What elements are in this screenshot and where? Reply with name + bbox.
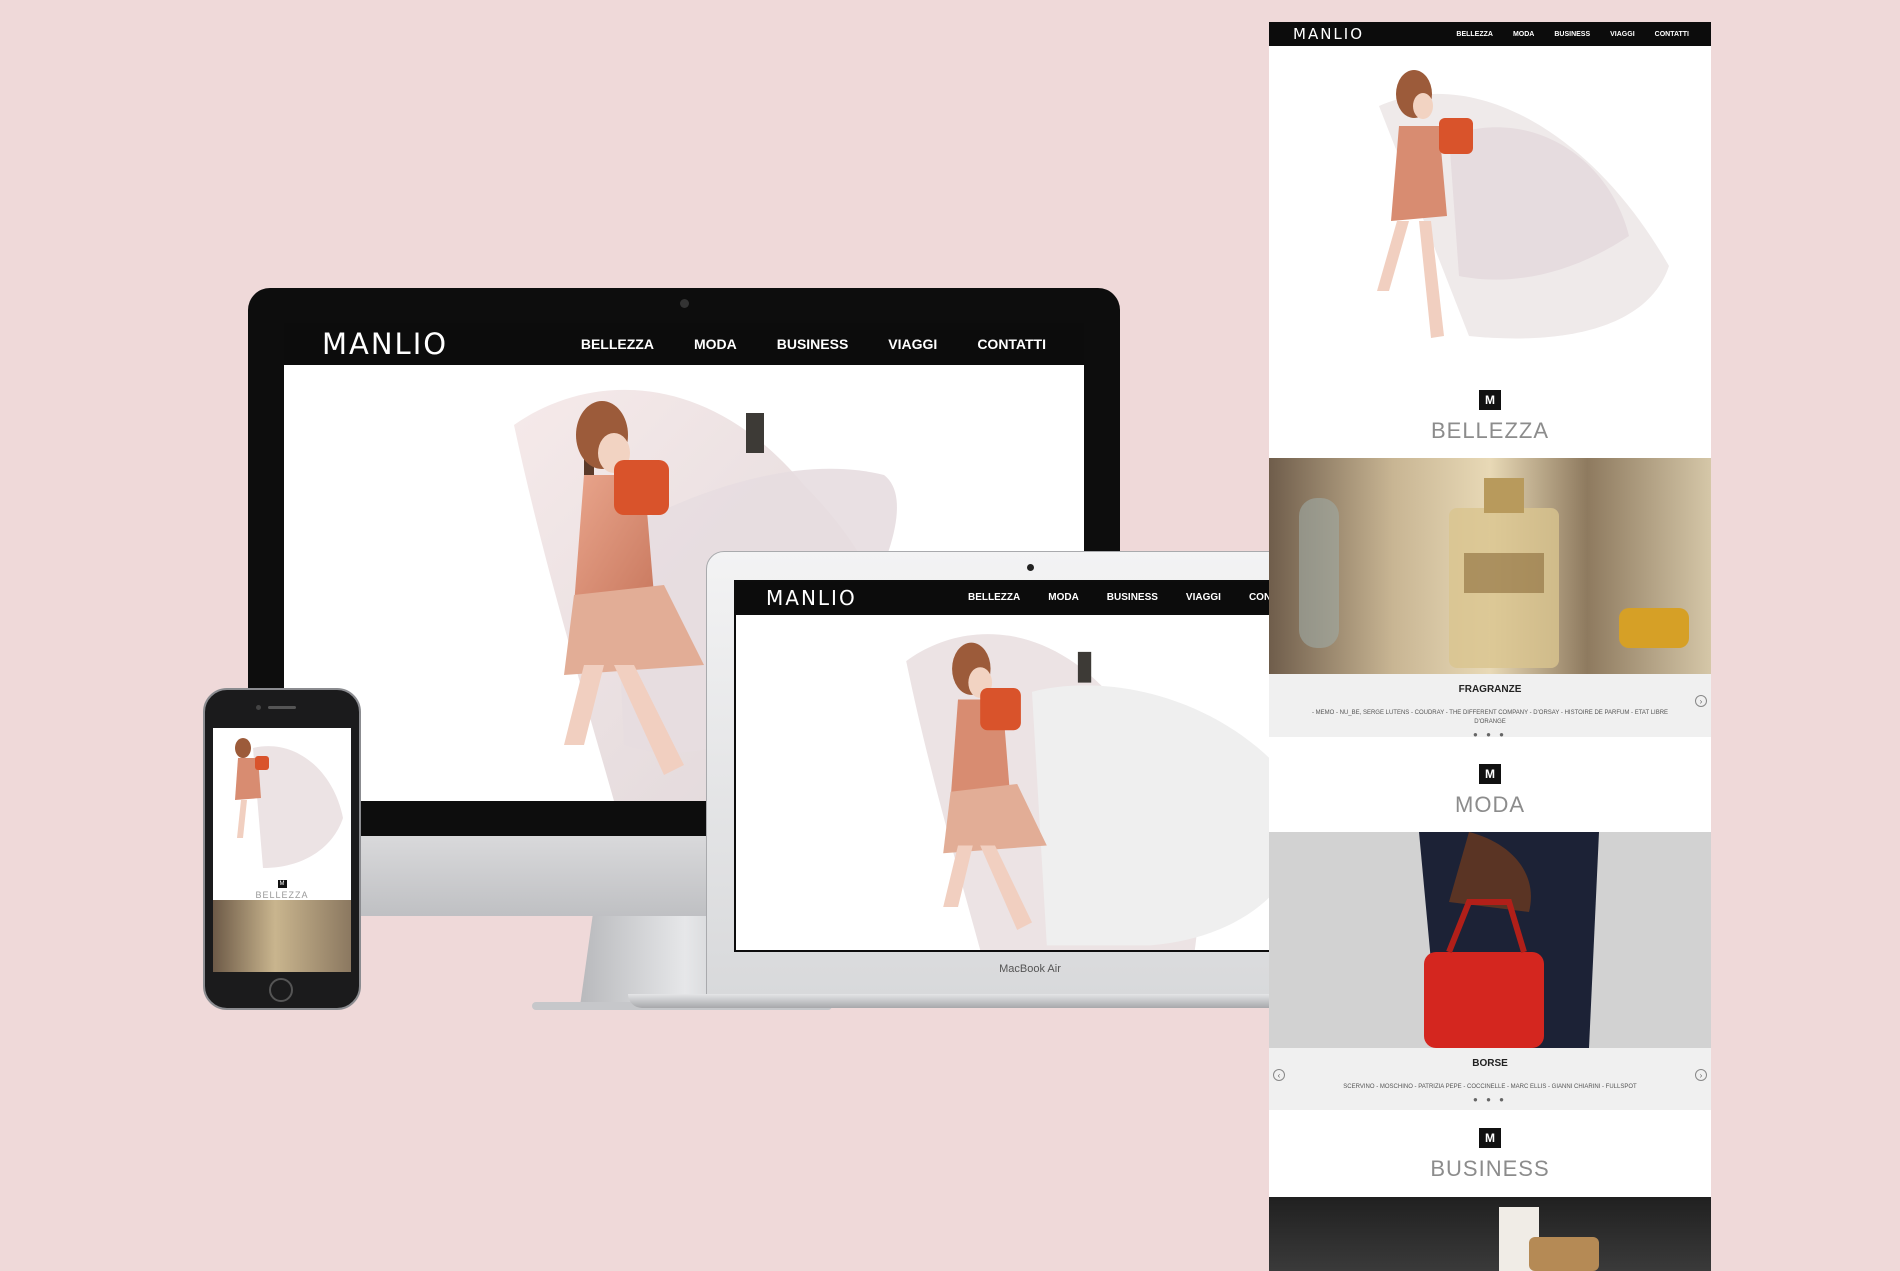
carousel-dots[interactable]: ● ● ●: [1269, 730, 1711, 739]
phone-section-head: M BELLEZZA: [213, 872, 351, 900]
macbook-camera: [1027, 564, 1034, 571]
phone-hero-artwork: [235, 738, 343, 868]
macbook-hero-image: [736, 615, 1328, 950]
imac-nav-bellezza[interactable]: BELLEZZA: [581, 336, 654, 352]
imac-nav-contatti[interactable]: CONTATTI: [977, 336, 1046, 352]
section-moda-head: M MODA: [1269, 764, 1711, 818]
mobile-longpage: MANLIO BELLEZZA MODA BUSINESS VIAGGI CON…: [1269, 22, 1711, 1271]
imac-nav-moda[interactable]: MODA: [694, 336, 737, 352]
phone-screen: M BELLEZZA: [213, 728, 351, 972]
section-title-business[interactable]: BUSINESS: [1269, 1156, 1711, 1182]
macbook-navbar: MANLIO BELLEZZA MODA BUSINESS VIAGGI CON…: [736, 582, 1328, 613]
phone-fragrance-photo: [213, 900, 351, 972]
m-badge-icon: M: [1479, 390, 1501, 410]
carousel-next-icon[interactable]: ›: [1695, 695, 1707, 707]
phone-home-button[interactable]: [269, 978, 293, 1002]
caption-brands-borse: SCERVINO - MOSCHINO - PATRIZIA PEPE - CO…: [1343, 1084, 1637, 1090]
hero-artwork: [906, 634, 1314, 950]
handbag-caption: BORSE SCERVINO - MOSCHINO - PATRIZIA PEP…: [1269, 1048, 1711, 1110]
fragrance-caption: FRAGRANZE - MEMO - NU_BE, SERGE LUTENS -…: [1269, 674, 1711, 739]
m-badge-icon: M: [1479, 1128, 1501, 1148]
macbook-nav-bellezza[interactable]: BELLEZZA: [968, 592, 1020, 603]
mobile-nav-bellezza[interactable]: BELLEZZA: [1456, 31, 1493, 38]
mobile-nav-contatti[interactable]: CONTATTI: [1655, 31, 1689, 38]
hero-artwork: [1377, 70, 1669, 339]
imac-camera: [680, 299, 689, 308]
imac-navbar: MANLIO BELLEZZA MODA BUSINESS VIAGGI CON…: [284, 323, 1084, 365]
mobile-logo[interactable]: MANLIO: [1293, 25, 1364, 43]
imac-menu: BELLEZZA MODA BUSINESS VIAGGI CONTATTI: [581, 336, 1046, 352]
caption-brands-fragranze: - MEMO - NU_BE, SERGE LUTENS - COUDRAY -…: [1311, 710, 1669, 725]
carousel-prev-icon[interactable]: ‹: [1273, 1069, 1285, 1081]
mobile-nav-viaggi[interactable]: VIAGGI: [1610, 31, 1635, 38]
phone-camera: [256, 705, 261, 710]
macbook-logo[interactable]: MANLIO: [766, 586, 857, 610]
macbook-nav-business[interactable]: BUSINESS: [1107, 592, 1158, 603]
phone-section-title: BELLEZZA: [255, 890, 309, 900]
business-artwork: [1499, 1207, 1599, 1271]
section-business-head: M BUSINESS: [1269, 1128, 1711, 1182]
phone-speaker: [268, 706, 296, 709]
carousel-next-icon[interactable]: ›: [1695, 1069, 1707, 1081]
carousel-dots[interactable]: ● ● ●: [1269, 1095, 1711, 1104]
handbag-artwork: [1419, 832, 1599, 1048]
handbag-photo[interactable]: [1269, 832, 1711, 1048]
mobile-menu: BELLEZZA MODA BUSINESS VIAGGI CONTATTI: [1456, 31, 1689, 38]
imac-nav-viaggi[interactable]: VIAGGI: [888, 336, 937, 352]
section-title-bellezza[interactable]: BELLEZZA: [1269, 418, 1711, 444]
macbook-nav-viaggi[interactable]: VIAGGI: [1186, 592, 1221, 603]
section-bellezza-head: M BELLEZZA: [1269, 390, 1711, 444]
caption-title-borse[interactable]: BORSE: [1269, 1058, 1711, 1069]
macbook-menu: BELLEZZA MODA BUSINESS VIAGGI CONTATTI: [968, 592, 1298, 603]
mobile-navbar: MANLIO BELLEZZA MODA BUSINESS VIAGGI CON…: [1269, 22, 1711, 46]
mobile-nav-moda[interactable]: MODA: [1513, 31, 1534, 38]
macbook-nav-moda[interactable]: MODA: [1048, 592, 1079, 603]
perfume-bottle-artwork: [1299, 478, 1689, 668]
business-photo[interactable]: [1269, 1197, 1711, 1271]
imac-nav-business[interactable]: BUSINESS: [777, 336, 849, 352]
mobile-hero-image: [1269, 46, 1711, 368]
macbook-label: MacBook Air: [999, 963, 1061, 975]
imac-logo[interactable]: MANLIO: [322, 327, 448, 361]
mobile-nav-business[interactable]: BUSINESS: [1554, 31, 1590, 38]
fragrance-photo[interactable]: [1269, 458, 1711, 674]
section-title-moda[interactable]: MODA: [1269, 792, 1711, 818]
caption-title-fragranze[interactable]: FRAGRANZE: [1269, 684, 1711, 695]
phone-m-badge: M: [277, 880, 287, 888]
m-badge-icon: M: [1479, 764, 1501, 784]
